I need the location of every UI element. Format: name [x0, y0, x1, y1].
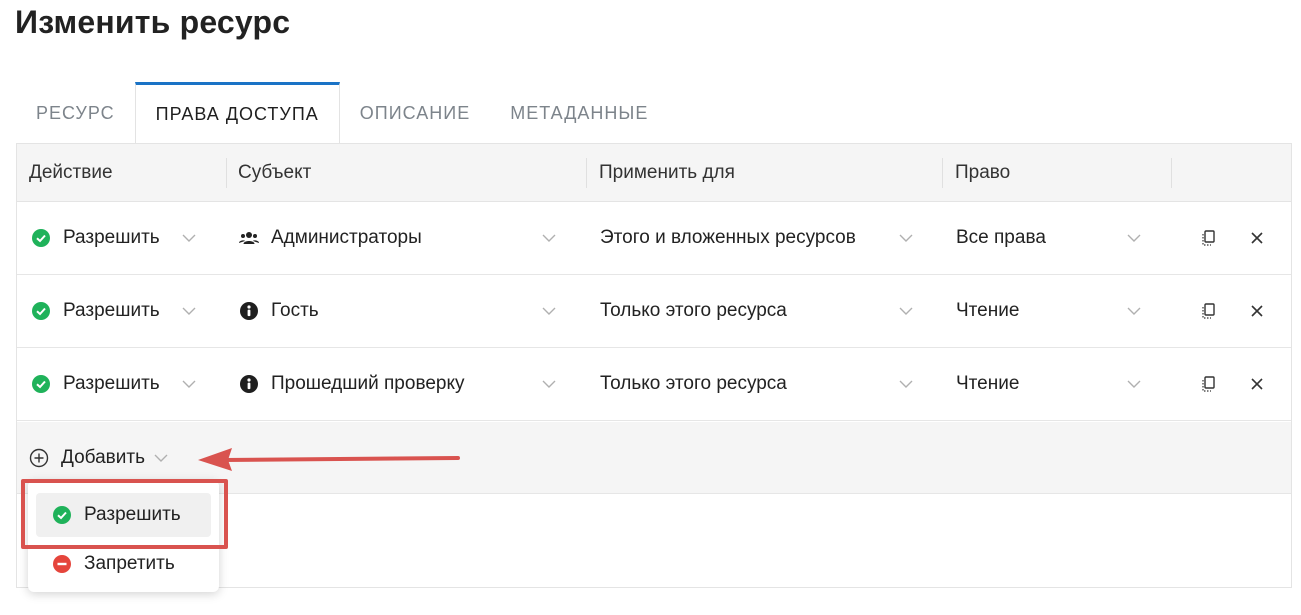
tab-resource[interactable]: РЕСУРС — [16, 82, 135, 144]
subject-value: Администраторы — [271, 227, 422, 248]
menu-item-allow[interactable]: Разрешить — [36, 493, 211, 537]
action-value: Разрешить — [63, 227, 160, 248]
header-action: Действие — [29, 162, 113, 183]
page-title: Изменить ресурс — [15, 4, 291, 40]
close-icon[interactable] — [1247, 374, 1267, 394]
apply-select[interactable]: Этого и вложенных ресурсов — [600, 202, 856, 274]
chevron-down-icon[interactable] — [179, 374, 199, 394]
header-right: Право — [955, 162, 1011, 183]
action-select[interactable]: Разрешить — [31, 348, 160, 420]
subject-value: Гость — [271, 300, 319, 321]
header-apply: Применить для — [599, 162, 735, 183]
table-row: Разрешить Гость Только этого ресурса Чте… — [17, 275, 1291, 348]
close-icon[interactable] — [1247, 228, 1267, 248]
chevron-down-icon[interactable] — [896, 228, 916, 248]
allow-check-icon — [31, 301, 51, 321]
subject-value: Прошедший проверку — [271, 373, 465, 394]
header-subject: Субъект — [238, 162, 312, 183]
plus-circle-icon — [29, 448, 49, 468]
allow-check-icon — [31, 228, 51, 248]
subject-select[interactable]: Гость — [239, 275, 319, 347]
tab-metadata[interactable]: МЕТАДАННЫЕ — [490, 82, 668, 144]
right-select[interactable]: Все права — [956, 202, 1046, 274]
chevron-down-icon[interactable] — [179, 228, 199, 248]
chevron-down-icon[interactable] — [1124, 374, 1144, 394]
right-select[interactable]: Чтение — [956, 275, 1019, 347]
apply-select[interactable]: Только этого ресурса — [600, 348, 787, 420]
subject-select[interactable]: Прошедший проверку — [239, 348, 464, 420]
table-row: Разрешить Администраторы Этого и вложенн… — [17, 202, 1291, 275]
header-divider — [1171, 158, 1172, 188]
action-select[interactable]: Разрешить — [31, 275, 160, 347]
info-icon — [239, 301, 259, 321]
chevron-down-icon[interactable] — [1124, 301, 1144, 321]
tab-description[interactable]: ОПИСАНИЕ — [340, 82, 490, 144]
menu-item-deny[interactable]: Запретить — [36, 542, 211, 586]
table-header: Действие Субъект Применить для Право — [17, 144, 1291, 202]
group-icon — [239, 228, 259, 248]
add-dropdown-menu: Разрешить Запретить — [28, 480, 219, 592]
action-value: Разрешить — [63, 373, 160, 394]
right-select[interactable]: Чтение — [956, 348, 1019, 420]
chevron-down-icon[interactable] — [1124, 228, 1144, 248]
allow-check-icon — [52, 505, 72, 525]
subject-select[interactable]: Администраторы — [239, 202, 422, 274]
apply-value: Только этого ресурса — [600, 373, 787, 394]
chevron-down-icon[interactable] — [896, 374, 916, 394]
copy-icon[interactable] — [1199, 228, 1219, 248]
apply-value: Этого и вложенных ресурсов — [600, 227, 856, 248]
apply-select[interactable]: Только этого ресурса — [600, 275, 787, 347]
chevron-down-icon[interactable] — [896, 301, 916, 321]
right-value: Чтение — [956, 373, 1020, 394]
right-value: Все права — [956, 227, 1046, 248]
copy-icon[interactable] — [1199, 374, 1219, 394]
menu-item-label: Запретить — [84, 553, 175, 574]
chevron-down-icon[interactable] — [151, 448, 171, 468]
table-row: Разрешить Прошедший проверку Только этог… — [17, 348, 1291, 421]
chevron-down-icon[interactable] — [179, 301, 199, 321]
right-value: Чтение — [956, 300, 1020, 321]
add-button-label: Добавить — [61, 447, 145, 468]
tab-access-rights[interactable]: ПРАВА ДОСТУПА — [134, 82, 340, 144]
apply-value: Только этого ресурса — [600, 300, 787, 321]
info-icon — [239, 374, 259, 394]
chevron-down-icon[interactable] — [539, 301, 559, 321]
action-select[interactable]: Разрешить — [31, 202, 160, 274]
allow-check-icon — [31, 374, 51, 394]
action-value: Разрешить — [63, 300, 160, 321]
close-icon[interactable] — [1247, 301, 1267, 321]
deny-minus-icon — [52, 554, 72, 574]
chevron-down-icon[interactable] — [539, 228, 559, 248]
menu-item-label: Разрешить — [84, 504, 181, 525]
tab-bar: РЕСУРС ПРАВА ДОСТУПА ОПИСАНИЕ МЕТАДАННЫЕ — [16, 82, 668, 144]
copy-icon[interactable] — [1199, 301, 1219, 321]
chevron-down-icon[interactable] — [539, 374, 559, 394]
